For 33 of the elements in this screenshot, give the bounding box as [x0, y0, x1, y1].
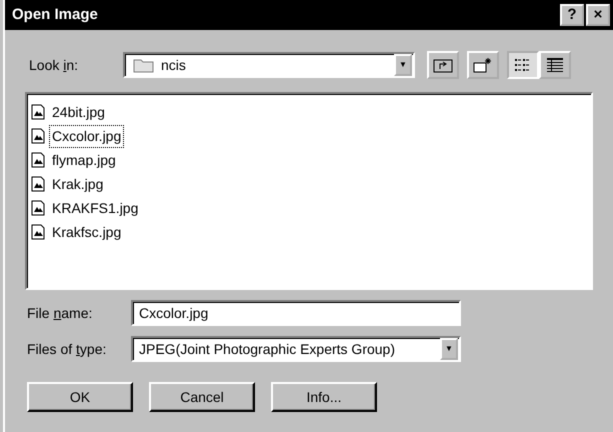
image-file-icon	[31, 104, 45, 120]
list-view-icon	[514, 57, 532, 73]
look-in-label: Look in:	[29, 56, 80, 74]
info-button[interactable]: Info...	[271, 382, 377, 412]
file-item[interactable]: 24bit.jpg	[49, 100, 108, 124]
new-folder-icon	[473, 57, 493, 73]
image-file-icon	[31, 152, 45, 168]
folder-icon	[133, 57, 155, 73]
file-name-label: File name:	[27, 304, 94, 322]
file-item[interactable]: Cxcolor.jpg	[49, 124, 124, 148]
details-view-button[interactable]	[539, 51, 571, 79]
image-file-icon	[31, 176, 45, 192]
file-name-field[interactable]: Cxcolor.jpg	[131, 300, 461, 326]
file-type-dropdown[interactable]: JPEG(Joint Photographic Experts Group) ▼	[131, 336, 461, 362]
window-title: Open Image	[12, 4, 99, 25]
details-view-icon	[546, 57, 564, 73]
up-folder-button[interactable]	[427, 51, 459, 79]
help-button[interactable]: ?	[560, 4, 584, 26]
close-button[interactable]: ×	[586, 4, 610, 26]
file-item[interactable]: Krakfsc.jpg	[49, 220, 124, 244]
look-in-dropdown[interactable]: ncis ▼	[123, 52, 415, 78]
file-item[interactable]: Krak.jpg	[49, 172, 106, 196]
file-item[interactable]: flymap.jpg	[49, 148, 119, 172]
folder-up-icon	[433, 57, 453, 73]
image-file-icon	[31, 200, 45, 216]
ok-button[interactable]: OK	[27, 382, 133, 412]
new-folder-button[interactable]	[467, 51, 499, 79]
cancel-button[interactable]: Cancel	[149, 382, 255, 412]
list-view-button[interactable]	[507, 51, 539, 79]
file-type-label: Files of type:	[27, 340, 108, 359]
image-file-icon	[31, 224, 45, 240]
file-item[interactable]: KRAKFS1.jpg	[49, 196, 142, 220]
image-file-icon	[31, 128, 45, 144]
